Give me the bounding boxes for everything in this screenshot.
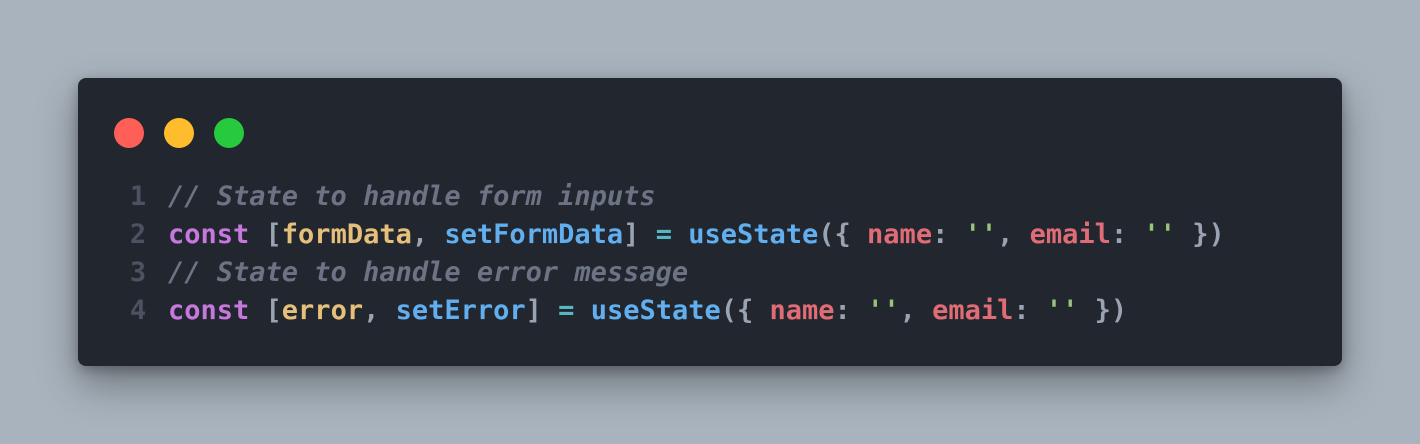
code-text: const [error, setError] = useState({ nam… (168, 292, 1127, 330)
code-token-punct: [ (249, 295, 282, 326)
code-token-var: formData (281, 219, 412, 250)
minimize-dot-icon[interactable] (164, 118, 194, 148)
code-token-op: = (655, 219, 672, 250)
code-token-prop: email (1029, 219, 1111, 250)
line-number: 2 (129, 219, 147, 250)
code-token-punct: [ (249, 219, 282, 250)
code-token-func: useState (590, 295, 721, 326)
code-token-comment: // State to handle form inputs (168, 181, 656, 212)
code-text: const [formData, setFormData] = useState… (168, 216, 1225, 254)
code-token-punct: , (411, 219, 445, 250)
close-dot-icon[interactable] (114, 118, 144, 148)
code-token-punct: ({ (818, 219, 868, 250)
code-line: 4 const [error, setError] = useState({ na… (108, 292, 1225, 330)
code-token-func: setFormData (444, 219, 624, 250)
line-number: 1 (129, 181, 147, 212)
code-token-func: useState (688, 219, 819, 250)
code-token-str: '' (867, 295, 900, 326)
code-text: // State to handle error message (168, 254, 688, 292)
code-token-keyword: const (168, 219, 250, 250)
code-token-punct: ({ (720, 295, 770, 326)
maximize-dot-icon[interactable] (214, 118, 244, 148)
code-token-str: '' (1143, 219, 1176, 250)
code-line: 1 // State to handle form inputs (108, 178, 1225, 216)
code-token-punct: }) (1078, 295, 1128, 326)
code-token-str: '' (964, 219, 998, 250)
code-token-keyword: const (168, 295, 250, 326)
code-token-punct: , (997, 219, 1030, 250)
code-line: 3 // State to handle error message (108, 254, 1225, 292)
code-block: 1// State to handle form inputs 2 const [f… (108, 178, 1225, 330)
code-token-punct: : (932, 219, 965, 250)
code-token-punct: , (899, 295, 933, 326)
code-token-prop: name (769, 295, 835, 326)
code-token-punct (574, 295, 590, 326)
code-token-op: = (558, 295, 575, 326)
code-token-punct: ] (623, 219, 656, 250)
code-text: // State to handle form inputs (168, 178, 656, 216)
window-controls (114, 118, 264, 148)
code-token-punct: , (363, 295, 396, 326)
code-token-str: '' (1045, 295, 1079, 326)
code-token-punct: ] (525, 295, 559, 326)
line-number: 3 (129, 257, 147, 288)
code-line: 2 const [formData, setFormData] = useStat… (108, 216, 1225, 254)
code-token-punct (672, 219, 688, 250)
code-token-comment: // State to handle error message (168, 257, 689, 288)
code-token-var: error (281, 295, 364, 326)
code-token-prop: email (932, 295, 1014, 326)
code-token-punct: : (1013, 295, 1046, 326)
line-number: 4 (129, 295, 147, 326)
code-token-punct: : (1110, 219, 1144, 250)
code-window: 1// State to handle form inputs 2 const [f… (78, 78, 1342, 366)
code-token-func: setError (395, 295, 526, 326)
code-token-prop: name (867, 219, 933, 250)
code-token-punct: : (834, 295, 868, 326)
code-token-punct: }) (1175, 219, 1225, 250)
